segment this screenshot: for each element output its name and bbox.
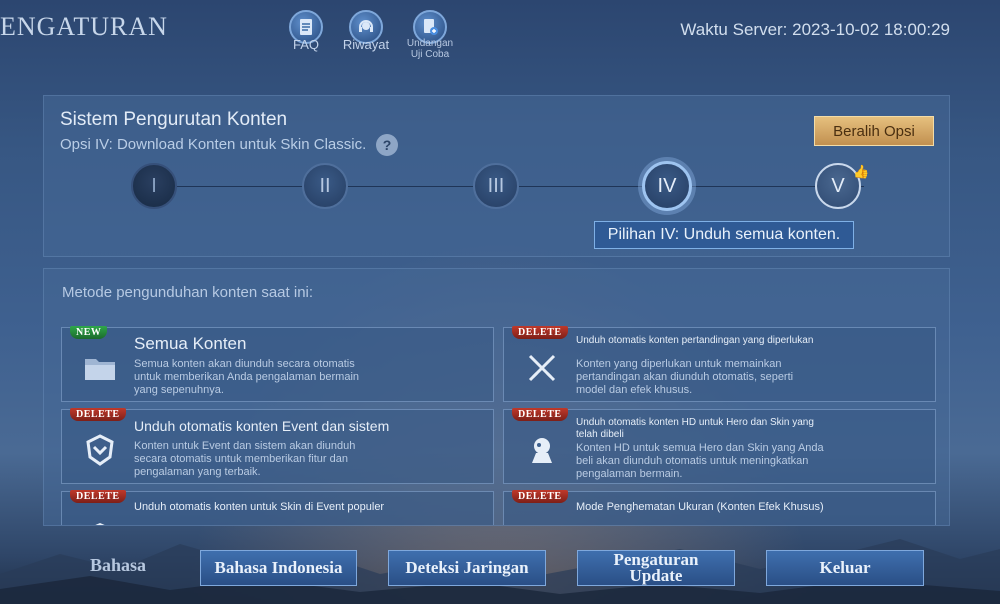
card-title: Unduh otomatis konten pertandingan yang …: [576, 335, 814, 346]
method-card-event[interactable]: DELETE Unduh otomatis konten Event dan s…: [61, 408, 494, 484]
delete-badge: DELETE: [512, 408, 568, 421]
riwayat-label: Riwayat: [342, 37, 390, 52]
delete-badge: DELETE: [512, 326, 568, 339]
card-title: Unduh otomatis konten untuk Skin di Even…: [134, 501, 385, 513]
faq-button[interactable]: FAQ: [276, 10, 336, 52]
invite-label: Undangan Uji Coba: [406, 38, 454, 60]
language-label: Bahasa: [90, 555, 147, 575]
system-title: Sistem Pengurutan Konten: [60, 109, 288, 130]
network-detect-button[interactable]: Deteksi Jaringan: [388, 550, 546, 586]
folder-icon: [80, 348, 120, 388]
content-system-panel: Sistem Pengurutan Konten Opsi IV: Downlo…: [43, 95, 950, 257]
delete-badge: DELETE: [70, 408, 126, 421]
step-1[interactable]: I: [131, 163, 177, 209]
delete-badge: DELETE: [512, 490, 568, 503]
method-card-size-saving[interactable]: DELETE Mode Penghematan Ukuran (Konten E…: [503, 490, 936, 525]
emblem-icon: [80, 430, 120, 470]
thumbs-up-icon: 👍: [853, 164, 870, 179]
invite-button[interactable]: Undangan Uji Coba: [400, 10, 460, 60]
update-settings-button[interactable]: Pengaturan Update: [577, 550, 735, 586]
card-desc: Konten untuk Event dan sistem akan diund…: [134, 440, 356, 478]
skin-icon: [80, 512, 120, 525]
language-button[interactable]: Bahasa Indonesia: [200, 550, 357, 586]
method-card-skin[interactable]: DELETE Unduh otomatis konten untuk Skin …: [61, 490, 494, 525]
card-desc: Semua konten akan diunduh secara otomati…: [134, 358, 360, 396]
package-icon: [522, 512, 562, 525]
card-desc: Konten HD untuk semua Hero dan Skin yang…: [576, 442, 824, 480]
server-time: Waktu Server: 2023-10-02 18:00:29: [680, 20, 950, 39]
card-title: Unduh otomatis konten HD untuk Hero dan …: [576, 417, 814, 440]
new-badge: NEW: [70, 326, 108, 339]
download-methods-panel: Metode pengunduhan konten saat ini: NEW …: [43, 268, 950, 526]
card-desc: Konten yang diperlukan untuk memainkan p…: [576, 358, 794, 396]
option-tooltip: Pilihan IV: Unduh semua konten.: [594, 221, 854, 249]
step-4[interactable]: IV: [642, 161, 692, 211]
method-card-match[interactable]: DELETE Unduh otomatis konten pertandinga…: [503, 326, 936, 402]
hero-icon: [522, 430, 562, 470]
card-title: Unduh otomatis konten Event dan sistem: [134, 418, 390, 434]
step-2[interactable]: II: [302, 163, 348, 209]
delete-badge: DELETE: [70, 490, 126, 503]
methods-title: Metode pengunduhan konten saat ini:: [62, 284, 314, 301]
card-title: Semua Konten: [134, 334, 247, 353]
switch-option-button[interactable]: Beralih Opsi: [814, 116, 934, 146]
help-icon[interactable]: ?: [376, 134, 398, 156]
system-subtitle: Opsi IV: Download Konten untuk Skin Clas…: [60, 136, 367, 153]
method-card-hd[interactable]: DELETE Unduh otomatis konten HD untuk He…: [503, 408, 936, 484]
card-title: Mode Penghematan Ukuran (Konten Efek Khu…: [576, 501, 824, 513]
riwayat-button[interactable]: Riwayat: [336, 10, 396, 52]
page-title: ENGATURAN: [0, 12, 168, 41]
step-3[interactable]: III: [473, 163, 519, 209]
method-card-all[interactable]: NEW Semua Konten Semua konten akan diund…: [61, 326, 494, 402]
swords-icon: [522, 348, 562, 388]
faq-label: FAQ: [292, 37, 319, 52]
exit-button[interactable]: Keluar: [766, 550, 924, 586]
